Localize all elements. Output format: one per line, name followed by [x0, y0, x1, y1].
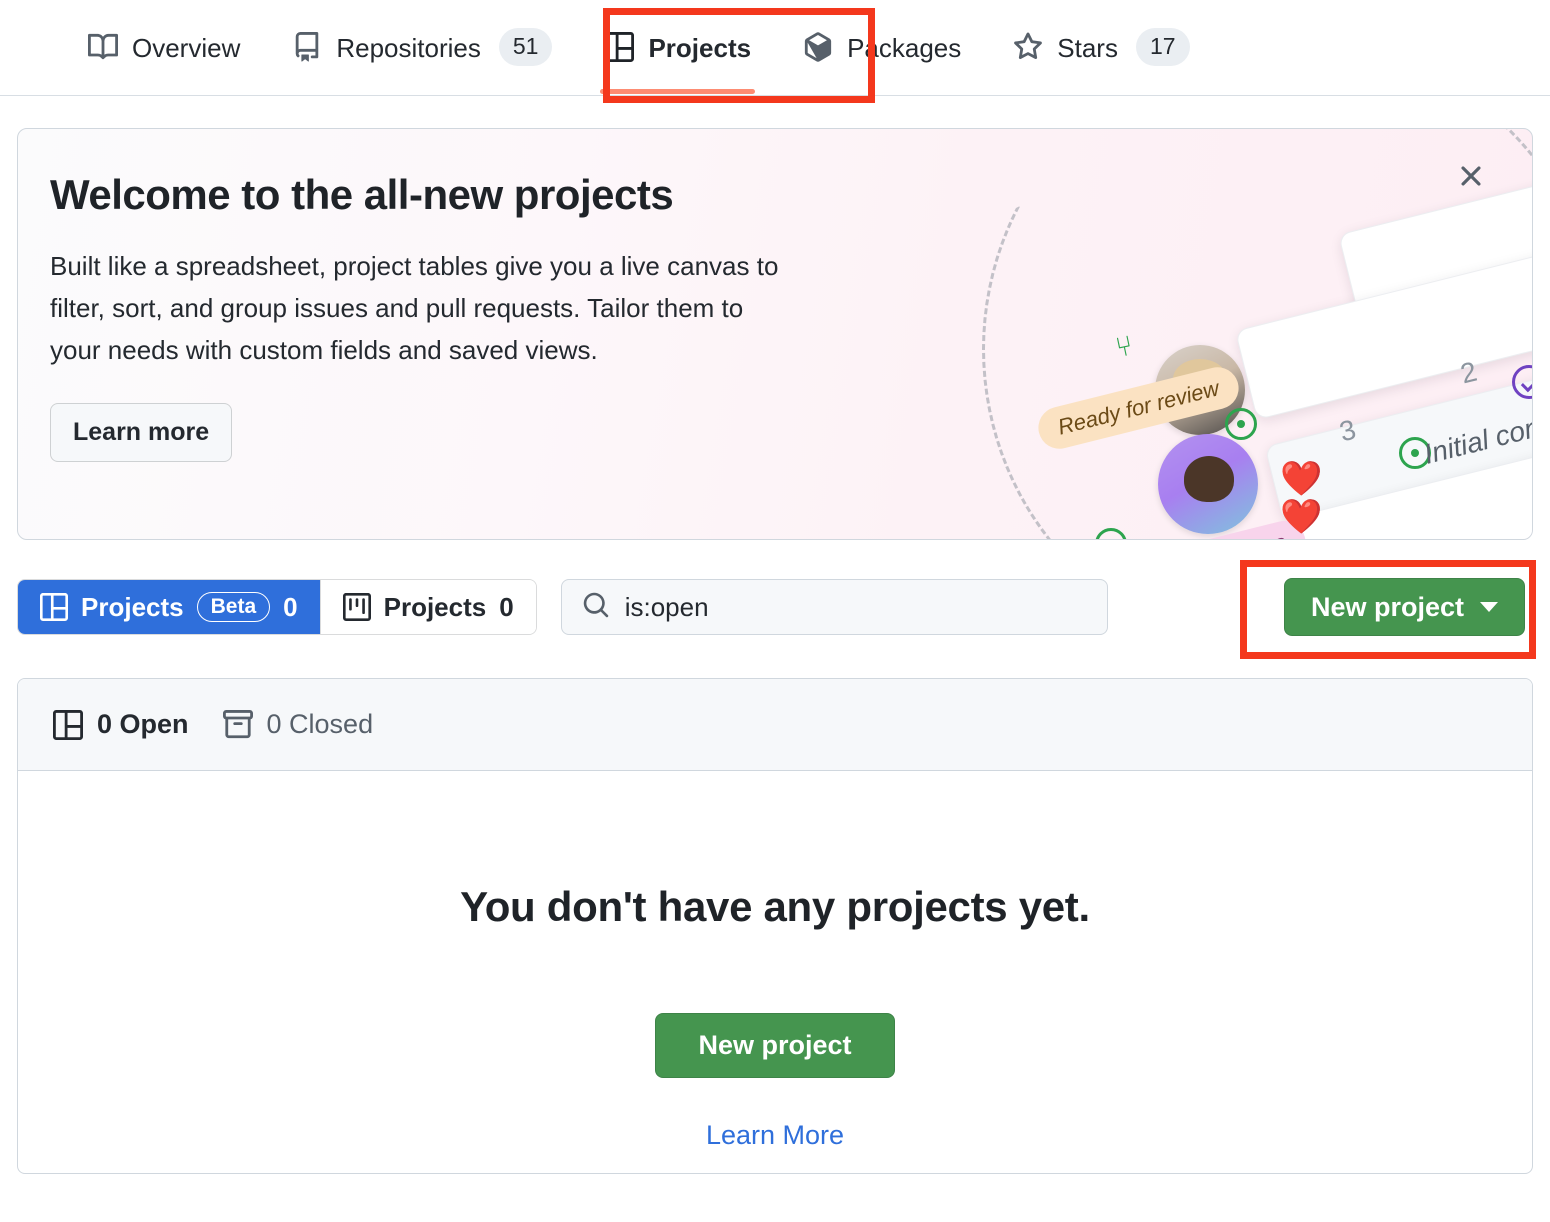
- projects-toolbar: Projects Beta 0 Projects 0 New project: [17, 578, 1533, 636]
- nav-count-badge: 17: [1135, 28, 1190, 66]
- nav-item-overview[interactable]: Overview: [62, 0, 266, 94]
- segment-count: 0: [499, 591, 514, 622]
- nav-item-stars[interactable]: Stars 17: [987, 0, 1215, 94]
- learn-more-button[interactable]: Learn more: [50, 403, 233, 462]
- projects-list-header: 0 Open 0 Closed: [18, 679, 1532, 771]
- beta-chip: Beta: [196, 592, 271, 622]
- nav-item-label: Packages: [847, 33, 962, 63]
- empty-state: You don't have any projects yet. New pro…: [18, 771, 1532, 1151]
- nav-item-label: Projects: [648, 33, 752, 63]
- close-icon[interactable]: [1454, 159, 1488, 193]
- avatar: [1158, 434, 1258, 534]
- nav-item-label: Repositories: [336, 33, 481, 63]
- filter-closed-label: 0 Closed: [266, 709, 374, 739]
- banner-title: Welcome to the all-new projects: [50, 171, 674, 218]
- project-icon: [53, 709, 83, 740]
- empty-state-new-project-button[interactable]: New project: [655, 1013, 895, 1078]
- repo-icon: [292, 32, 322, 62]
- filter-open-label: 0 Open: [97, 709, 189, 739]
- search-input[interactable]: [624, 591, 1088, 623]
- nav-item-projects[interactable]: Projects: [578, 0, 777, 94]
- archive-icon: [222, 709, 253, 740]
- empty-state-learn-more-link[interactable]: Learn More: [706, 1120, 844, 1151]
- nav-item-repositories[interactable]: Repositories 51: [266, 0, 578, 94]
- new-project-button-label: New project: [1310, 591, 1465, 622]
- book-icon: [88, 32, 119, 62]
- banner-description: Built like a spreadsheet, project tables…: [50, 251, 779, 365]
- filter-closed-projects[interactable]: 0 Closed: [222, 709, 374, 740]
- welcome-banner: 2 3 Initial con + Add it ⌄ Beta ⑂ Ready …: [17, 128, 1533, 540]
- segment-projects-classic[interactable]: Projects 0: [319, 580, 536, 634]
- project-icon: [604, 32, 635, 62]
- new-project-button[interactable]: New project: [1283, 578, 1526, 636]
- star-icon: [1013, 32, 1043, 62]
- search-box[interactable]: [560, 579, 1109, 635]
- package-icon: [803, 32, 833, 62]
- active-tab-underline: [600, 89, 756, 94]
- chevron-down-icon: [1480, 602, 1499, 612]
- project-type-segmented-control: Projects Beta 0 Projects 0: [17, 579, 537, 635]
- nav-item-packages[interactable]: Packages: [777, 0, 987, 94]
- segment-label: Projects: [81, 591, 184, 622]
- nav-item-label: Stars: [1057, 33, 1118, 63]
- empty-state-title: You don't have any projects yet.: [460, 883, 1090, 930]
- project-table-icon: [40, 593, 68, 621]
- project-board-icon: [342, 593, 371, 621]
- heart-icon: ❤️: [1280, 498, 1323, 536]
- nav-item-label: Overview: [132, 33, 241, 63]
- filter-open-projects[interactable]: 0 Open: [53, 709, 189, 740]
- segment-label: Projects: [383, 591, 487, 622]
- segment-projects-beta[interactable]: Projects Beta 0: [18, 580, 320, 634]
- search-icon: [582, 591, 610, 624]
- banner-text-block: Welcome to the all-new projects Built li…: [50, 171, 810, 462]
- issue-open-icon: [1225, 408, 1257, 440]
- projects-list-card: 0 Open 0 Closed You don't have any proje…: [17, 678, 1533, 1174]
- heart-icon: ❤️: [1280, 460, 1323, 498]
- segment-count: 0: [283, 591, 298, 622]
- profile-nav: Overview Repositories 51 Projects Packag…: [0, 0, 1550, 96]
- nav-count-badge: 51: [498, 28, 553, 66]
